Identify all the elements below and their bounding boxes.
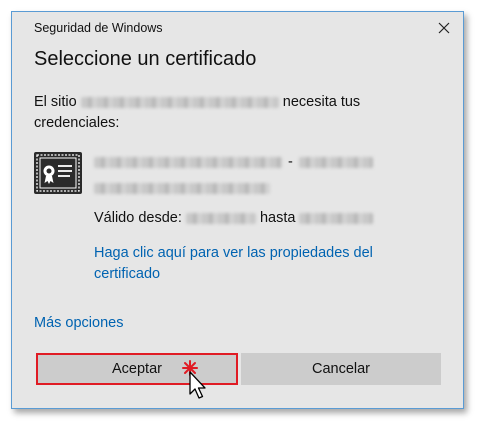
close-icon: [438, 22, 450, 34]
mouse-cursor-icon: [189, 371, 206, 399]
redacted-certificate-id: [298, 156, 373, 168]
redacted-valid-from-date: [185, 212, 256, 224]
redacted-valid-to-date: [299, 212, 374, 224]
site-prefix: El sitio: [34, 94, 77, 110]
certificate-name[interactable]: -: [94, 149, 394, 201]
security-dialog: Seguridad de Windows Seleccione un certi…: [11, 11, 464, 409]
certificate-name-separator: -: [288, 154, 293, 170]
certificate-name-line-2: [94, 175, 394, 201]
redacted-certificate-name: [94, 156, 282, 168]
redacted-site-url: [80, 96, 279, 108]
redacted-certificate-issuer: [94, 182, 270, 194]
certificate-validity: Válido desde: hasta: [94, 210, 374, 226]
certificate-name-line-1: -: [94, 149, 394, 175]
close-button[interactable]: [431, 16, 457, 40]
valid-to-label: hasta: [259, 210, 296, 226]
certificate-properties-link[interactable]: Haga clic aquí para ver las propiedades …: [94, 243, 414, 285]
cancel-button[interactable]: Cancelar: [241, 353, 441, 385]
cancel-button-label: Cancelar: [311, 361, 371, 377]
title-bar: Seguridad de Windows: [12, 12, 463, 44]
window-title: Seguridad de Windows: [34, 21, 163, 35]
site-message: El sitio necesita tus credenciales:: [34, 92, 444, 134]
valid-from-label: Válido desde:: [94, 210, 182, 226]
accept-button-label: Aceptar: [112, 361, 162, 377]
dialog-heading: Seleccione un certificado: [34, 48, 257, 70]
more-options-link[interactable]: Más opciones: [34, 315, 123, 331]
certificate-icon: [34, 152, 82, 194]
